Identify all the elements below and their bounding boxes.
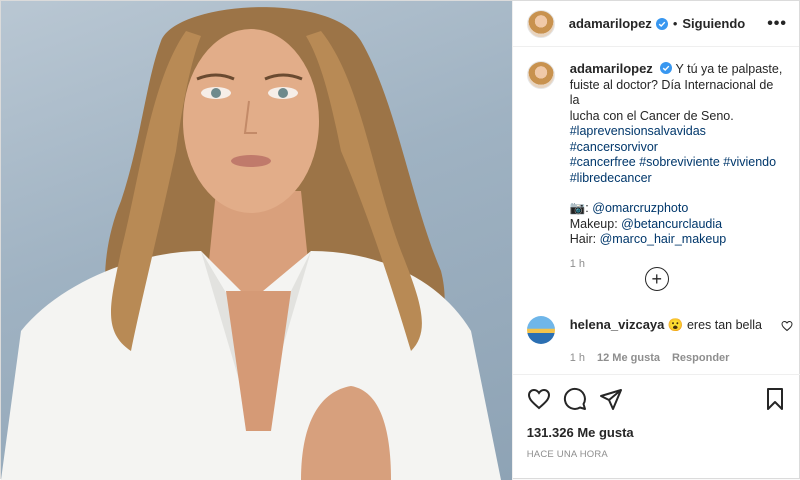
likes-count[interactable]: 131.326 Me gusta	[527, 425, 787, 440]
post-sidebar: adamarilopez • Siguiendo ••• adamarilope…	[511, 1, 800, 480]
camera-icon: 📷	[569, 201, 586, 215]
separator-dot: •	[672, 16, 678, 31]
commenter-username[interactable]: helena_vizcaya	[570, 317, 665, 332]
caption-text-2: fuiste al doctor? Día Internacional de l…	[569, 77, 774, 108]
surprised-emoji: 😮	[667, 318, 684, 332]
hashtags-line-1[interactable]: #laprevensionsalvavidas #cancersorvivor	[570, 124, 785, 155]
hair-label: Hair:	[569, 232, 597, 246]
comment-bubble-icon[interactable]	[563, 387, 587, 411]
photo-credit-link[interactable]: @omarcruzphoto	[592, 201, 688, 215]
post-photo[interactable]	[1, 1, 512, 480]
makeup-label: Makeup:	[569, 216, 618, 231]
caption-body: adamarilopez Y tú ya te palpaste, fuiste…	[570, 61, 785, 272]
author-username[interactable]: adamarilopez	[569, 16, 652, 31]
post-header: adamarilopez • Siguiendo •••	[512, 1, 799, 47]
caption-username[interactable]: adamarilopez	[570, 61, 653, 76]
share-paper-plane-icon[interactable]	[599, 387, 623, 411]
makeup-credit-link[interactable]: @betancurclaudia	[621, 217, 722, 231]
reply-button[interactable]: Responder	[672, 350, 729, 367]
instagram-post: adamarilopez • Siguiendo ••• adamarilope…	[0, 0, 800, 480]
verified-badge-icon	[655, 17, 668, 30]
commenter-avatar[interactable]	[526, 316, 555, 344]
following-button[interactable]: Siguiendo	[682, 16, 745, 31]
comment-item: helena_vizcaya 😮 eres tan bella 1 h 12 M…	[526, 316, 793, 367]
portrait-illustration	[1, 7, 501, 480]
load-more-comments-button[interactable]: +	[644, 267, 669, 291]
plus-circle-icon: +	[651, 269, 662, 289]
save-bookmark-icon[interactable]	[763, 387, 787, 411]
action-icons	[527, 385, 787, 413]
caption: adamarilopez Y tú ya te palpaste, fuiste…	[513, 47, 799, 272]
verified-badge-icon	[660, 62, 673, 74]
hair-credit-link[interactable]: @marco_hair_makeup	[600, 232, 727, 246]
caption-avatar[interactable]	[526, 61, 555, 89]
more-options-button[interactable]: •••	[767, 15, 787, 33]
hashtags-line-3[interactable]: #libredecancer	[570, 171, 785, 187]
action-bar: 131.326 Me gusta HACE UNA HORA	[512, 374, 800, 460]
comment-meta: 1 h 12 Me gusta Responder	[570, 350, 762, 367]
like-comment-heart-icon[interactable]	[781, 320, 793, 332]
caption-text-1: Y tú ya te palpaste,	[675, 62, 783, 76]
comment-time[interactable]: 1 h	[570, 350, 585, 367]
comment-text: eres tan bella	[686, 318, 763, 332]
comment-body: helena_vizcaya 😮 eres tan bella 1 h 12 M…	[570, 316, 762, 367]
like-heart-icon[interactable]	[527, 387, 551, 411]
caption-time[interactable]: 1 h	[570, 257, 785, 273]
caption-text-3: lucha con el Cancer de Seno.	[569, 108, 734, 123]
hashtags-line-2[interactable]: #cancerfree #sobreviviente #viviendo	[570, 155, 785, 171]
author-avatar[interactable]	[526, 9, 555, 38]
post-date[interactable]: HACE UNA HORA	[527, 449, 787, 460]
comment-likes[interactable]: 12 Me gusta	[597, 350, 660, 367]
